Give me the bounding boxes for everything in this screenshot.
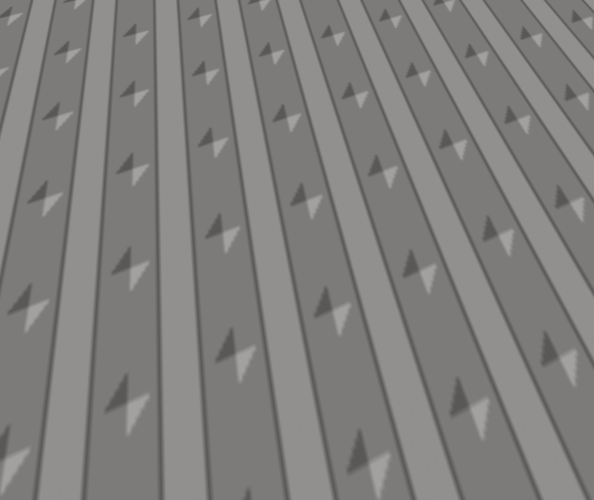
explorer-item[interactable]: ServerScriptService bbox=[376, 227, 540, 240]
explorer-item-label: ServerScriptService bbox=[407, 229, 482, 238]
explorer-item[interactable]: ContentProvider bbox=[376, 344, 540, 357]
explorer-item-label: ContentProvider bbox=[407, 346, 469, 355]
part-icon bbox=[407, 125, 416, 134]
explorer-item-label: PluginGuiService bbox=[407, 190, 472, 199]
explorer-item-label: UserInputService bbox=[407, 333, 473, 342]
user-input-icon bbox=[394, 333, 403, 342]
chevron-right-icon[interactable]: › bbox=[381, 409, 389, 422]
explorer-scrollbar[interactable] bbox=[541, 71, 549, 425]
explorer-item-label: Camera bbox=[420, 86, 450, 95]
explorer-item-label: StarterPlayer bbox=[407, 281, 457, 290]
starter-pack-icon bbox=[394, 268, 403, 277]
explorer-item[interactable]: Lighting bbox=[376, 175, 540, 188]
camera-icon bbox=[407, 86, 416, 95]
explorer-item[interactable]: › CoreGui bbox=[376, 162, 540, 175]
folder-icon bbox=[394, 164, 403, 173]
localization-icon bbox=[394, 320, 403, 329]
explorer-item-label: ServerStorage bbox=[407, 242, 462, 251]
explorer-item[interactable]: UserInputService bbox=[376, 331, 540, 344]
explorer-item-label: ReplicatedFirst bbox=[407, 203, 463, 212]
chevron-down-icon[interactable]: ⌄ bbox=[394, 123, 402, 136]
chevron-right-icon[interactable]: › bbox=[381, 188, 389, 201]
explorer-item[interactable]: ⌄ Workspace bbox=[376, 71, 540, 84]
chevron-right-icon[interactable]: › bbox=[381, 162, 389, 175]
explorer-item[interactable]: GuiService bbox=[376, 383, 540, 396]
explorer-item-label: CorePackages bbox=[407, 359, 461, 368]
explorer-tree: ⌄ Workspace Camera Terrain Baseplate ⌄ Part Sna… bbox=[376, 71, 540, 425]
folder-icon bbox=[394, 411, 403, 420]
chevron-right-icon[interactable]: › bbox=[381, 396, 389, 409]
datastore-icon bbox=[394, 372, 403, 381]
explorer-item[interactable]: Baseplate bbox=[376, 110, 540, 123]
explorer-title: Explorer bbox=[382, 40, 416, 49]
explorer-item-label: Snap bbox=[433, 138, 453, 147]
chat-icon bbox=[394, 307, 403, 316]
explorer-item[interactable]: › StarterPlayer bbox=[376, 279, 540, 292]
explorer-item-label: Terrain bbox=[420, 99, 446, 108]
explorer-titlebar[interactable]: Explorer bbox=[376, 35, 550, 56]
explorer-item[interactable]: StarterGui bbox=[376, 253, 540, 266]
explorer-item-label: GuiService bbox=[407, 385, 448, 394]
explorer-item[interactable]: ⌄ Part bbox=[376, 123, 540, 136]
chevron-right-icon[interactable]: › bbox=[381, 357, 389, 370]
part-icon bbox=[407, 112, 416, 121]
explorer-item-label: Lighting bbox=[407, 177, 438, 186]
explorer-item-label: RobloxReplicatedStorage bbox=[407, 411, 503, 420]
gui-service-icon bbox=[394, 385, 403, 394]
explorer-item[interactable]: Snap bbox=[376, 136, 540, 149]
chevron-right-icon[interactable]: › bbox=[381, 279, 389, 292]
explorer-item[interactable]: › RobloxReplicatedStorage bbox=[376, 409, 540, 422]
folder-icon bbox=[394, 359, 403, 368]
lighting-icon bbox=[394, 177, 403, 186]
explorer-item[interactable]: › PluginGuiService bbox=[376, 188, 540, 201]
explorer-item-label: SoundService bbox=[407, 294, 459, 303]
explorer-item-label: Workspace bbox=[407, 73, 449, 82]
explorer-item[interactable]: LocalizationService bbox=[376, 318, 540, 331]
explorer-item[interactable]: SoundService bbox=[376, 292, 540, 305]
explorer-item[interactable]: Camera bbox=[376, 84, 540, 97]
workspace-icon bbox=[394, 73, 403, 82]
close-button[interactable] bbox=[536, 38, 547, 50]
players-icon bbox=[394, 151, 403, 160]
explorer-item-label: StarterPack bbox=[407, 268, 451, 277]
explorer-item-label: StarterGui bbox=[407, 255, 447, 264]
explorer-item[interactable]: Chat bbox=[376, 305, 540, 318]
filter-input[interactable] bbox=[379, 56, 550, 70]
explorer-panel: Explorer ⌄ Workspace Camera Terrain Baseplat… bbox=[375, 34, 551, 428]
replicated-storage-icon bbox=[394, 216, 403, 225]
explorer-item[interactable]: DataStoreService bbox=[376, 370, 540, 383]
explorer-item-label: Baseplate bbox=[420, 112, 458, 121]
explorer-item[interactable]: ServerStorage bbox=[376, 240, 540, 253]
explorer-item[interactable]: ReplicatedStorage bbox=[376, 214, 540, 227]
scrollbar-thumb[interactable] bbox=[542, 71, 548, 397]
explorer-item-label: Part bbox=[420, 125, 435, 134]
explorer-item-label: ReplicatedStorage bbox=[407, 216, 477, 225]
starter-gui-icon bbox=[394, 255, 403, 264]
explorer-item[interactable]: › CorePackages bbox=[376, 357, 540, 370]
sound-icon bbox=[394, 294, 403, 303]
explorer-item-label: RobloxPluginGuiService bbox=[407, 398, 497, 407]
folder-icon bbox=[394, 190, 403, 199]
explorer-item[interactable]: Players bbox=[376, 149, 540, 162]
explorer-item-label: LocalizationService bbox=[407, 320, 481, 329]
content-provider-icon bbox=[394, 346, 403, 355]
explorer-item[interactable]: Terrain bbox=[376, 97, 540, 110]
explorer-item[interactable]: › RobloxPluginGuiService bbox=[376, 396, 540, 409]
selection-highlight bbox=[402, 123, 507, 136]
explorer-item-label: DataStoreService bbox=[407, 372, 474, 381]
explorer-item[interactable]: ReplicatedFirst bbox=[376, 201, 540, 214]
server-script-icon bbox=[394, 229, 403, 238]
server-storage-icon bbox=[394, 242, 403, 251]
explorer-item[interactable]: StarterPack bbox=[376, 266, 540, 279]
explorer-item-label: Chat bbox=[407, 307, 425, 316]
replicated-first-icon bbox=[394, 203, 403, 212]
explorer-item-label: Players bbox=[407, 151, 435, 160]
starter-player-icon bbox=[394, 281, 403, 290]
explorer-item-label: CoreGui bbox=[407, 164, 438, 173]
filter-workspace-field[interactable] bbox=[376, 56, 550, 70]
folder-icon bbox=[394, 398, 403, 407]
chevron-down-icon[interactable]: ⌄ bbox=[381, 71, 389, 84]
snap-icon bbox=[420, 138, 429, 147]
terrain-icon bbox=[407, 99, 416, 108]
